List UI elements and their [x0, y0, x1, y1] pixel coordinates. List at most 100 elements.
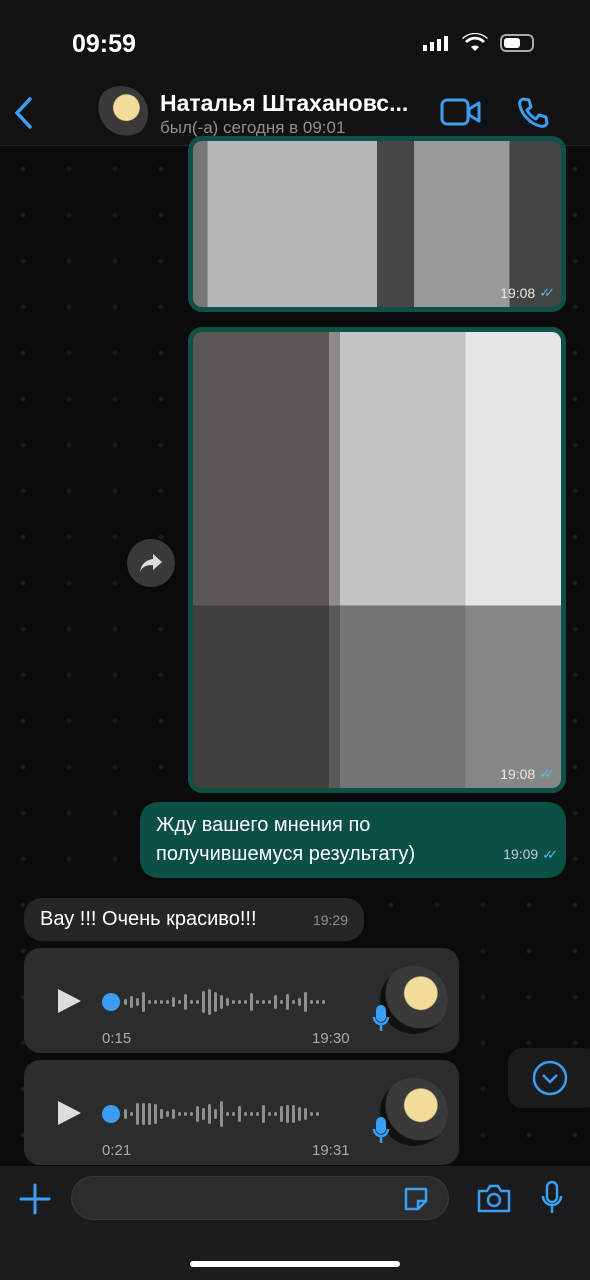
- composer-bar: [0, 1166, 590, 1280]
- message-time: 19:08: [500, 285, 536, 301]
- waveform-bar: [292, 1000, 295, 1004]
- forward-icon: [140, 554, 162, 572]
- waveform-bar: [178, 1000, 181, 1004]
- waveform-bar: [244, 1112, 247, 1116]
- message-time: 19:29: [312, 912, 348, 928]
- waveform-bar: [124, 1109, 127, 1119]
- waveform-bar: [160, 1000, 163, 1004]
- playback-scrubber[interactable]: [102, 989, 325, 1015]
- scrubber-handle[interactable]: [102, 1105, 120, 1123]
- waveform-bar: [268, 1000, 271, 1004]
- voice-message[interactable]: 0:15 19:30: [24, 948, 459, 1053]
- message-time: 19:31: [312, 1142, 350, 1159]
- waveform-bar: [208, 989, 211, 1015]
- play-icon[interactable]: [56, 1100, 82, 1126]
- waveform-bar: [142, 1103, 145, 1125]
- waveform-bar: [250, 1112, 253, 1116]
- waveform-bar: [244, 1000, 247, 1004]
- waveform-bar: [226, 998, 229, 1006]
- waveform-bar: [130, 1112, 133, 1116]
- kitchen-photo: [193, 141, 561, 307]
- waveform-bar: [166, 1000, 169, 1004]
- waveform-bar: [304, 992, 307, 1012]
- microphone-icon[interactable]: [540, 1180, 564, 1216]
- message-input[interactable]: [71, 1176, 449, 1220]
- message-time: 19:09: [503, 846, 539, 862]
- message-text-line: получившемуся результату): [156, 843, 416, 865]
- waveform-bar: [280, 1000, 283, 1004]
- sender-avatar: [380, 966, 448, 1034]
- waveform-bar: [220, 1101, 223, 1127]
- waveform-bar: [130, 996, 133, 1008]
- waveform-bar: [310, 1000, 313, 1004]
- play-icon[interactable]: [56, 988, 82, 1014]
- waveform-bar: [304, 1108, 307, 1120]
- waveform-bar: [238, 1106, 241, 1122]
- waveform-bar: [172, 1109, 175, 1119]
- incoming-text-message[interactable]: Вау !!! Очень красиво!!! 19:29: [24, 898, 364, 941]
- waveform-bar: [298, 1107, 301, 1121]
- chat-area[interactable]: 19:08 ✓✓ 19:08 ✓✓ Жду вашего мнения по пол…: [0, 136, 590, 1166]
- last-seen: был(-а) сегодня в 09:01: [160, 118, 346, 137]
- waveform-bar: [232, 1112, 235, 1116]
- waveform-bar: [262, 1000, 265, 1004]
- sender-avatar: [380, 1078, 448, 1146]
- waveform-bar: [190, 1112, 193, 1116]
- waveform-bar: [316, 1112, 319, 1116]
- waveform-bar: [148, 1000, 151, 1004]
- waveform-bar: [220, 995, 223, 1009]
- waveform-bar: [250, 993, 253, 1011]
- waveform-bar: [184, 1112, 187, 1116]
- camera-icon[interactable]: [476, 1182, 512, 1214]
- clock: 09:59: [72, 30, 136, 58]
- scroll-to-bottom-button[interactable]: [508, 1048, 590, 1108]
- contact-name[interactable]: Наталья Штахановс...: [160, 90, 408, 117]
- waveform-bar: [166, 1111, 169, 1117]
- microphone-icon: [372, 1117, 390, 1143]
- waveform-bar: [154, 1000, 157, 1004]
- waveform-bar: [316, 1000, 319, 1004]
- home-indicator: [190, 1261, 400, 1267]
- read-ticks-icon: ✓✓: [542, 847, 558, 862]
- outgoing-text-message[interactable]: Жду вашего мнения по получившемуся резул…: [140, 802, 566, 878]
- contact-avatar[interactable]: [94, 86, 148, 140]
- waveform-bar: [256, 1112, 259, 1116]
- message-meta: 19:08 ✓✓: [500, 766, 555, 782]
- waveform-bar: [214, 992, 217, 1012]
- waveform-bar: [280, 1106, 283, 1122]
- waveform-bar: [226, 1112, 229, 1116]
- waveform-bar: [160, 1109, 163, 1119]
- playback-scrubber[interactable]: [102, 1101, 319, 1127]
- message-meta: 19:08 ✓✓: [500, 285, 555, 301]
- scrubber-handle[interactable]: [102, 993, 120, 1011]
- sticker-icon[interactable]: [402, 1185, 430, 1213]
- waveform-bar: [148, 1103, 151, 1125]
- waveform-bar: [190, 1000, 193, 1004]
- waveform-bar: [202, 1108, 205, 1120]
- waveform-bar: [136, 998, 139, 1006]
- waveform-bar: [256, 1000, 259, 1004]
- image-message[interactable]: 19:08 ✓✓: [188, 136, 566, 312]
- waveform-bar: [274, 1112, 277, 1116]
- waveform-bar: [214, 1109, 217, 1119]
- read-ticks-icon: ✓✓: [539, 285, 555, 300]
- microphone-icon: [372, 1005, 390, 1031]
- waveform-bar: [238, 1000, 241, 1004]
- back-icon[interactable]: [12, 96, 34, 130]
- plus-icon[interactable]: [18, 1182, 52, 1216]
- message-time: 19:08: [500, 766, 536, 782]
- waveform-bar: [184, 994, 187, 1010]
- read-ticks-icon: ✓✓: [539, 766, 555, 781]
- forward-button[interactable]: [127, 539, 175, 587]
- message-time: 19:30: [312, 1030, 350, 1047]
- voice-call-icon[interactable]: [516, 96, 550, 130]
- waveform-bar: [136, 1103, 139, 1125]
- waveform-bar: [286, 1105, 289, 1123]
- video-call-icon[interactable]: [440, 98, 482, 126]
- message-text: Вау !!! Очень красиво!!!: [40, 908, 257, 930]
- message-meta: 19:09 ✓✓: [503, 840, 558, 869]
- kitchen-photo: [193, 332, 561, 788]
- waveform-bar: [154, 1104, 157, 1124]
- image-message[interactable]: 19:08 ✓✓: [188, 327, 566, 793]
- voice-message[interactable]: 0:21 19:31: [24, 1060, 459, 1165]
